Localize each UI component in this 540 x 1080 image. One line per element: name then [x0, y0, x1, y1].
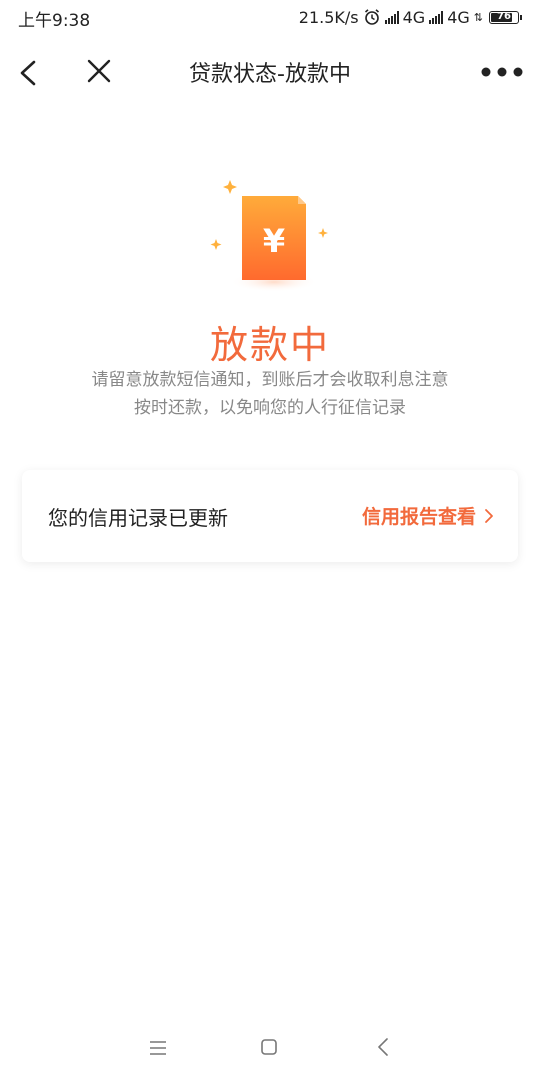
status-time: 上午9:38 [18, 11, 91, 31]
charging-icon: ⇅ [473, 10, 483, 24]
credit-record-text: 您的信用记录已更新 [48, 506, 228, 530]
battery-level: 76 [497, 10, 511, 22]
nav-bar: 贷款状态-放款中 [0, 36, 540, 108]
alarm-icon [364, 9, 379, 25]
description-line: 请留意放款短信通知，到账后才会收取利息注意 [91, 370, 449, 390]
credit-report-label: 信用报告查看 [361, 506, 476, 528]
chevron-right-icon [485, 508, 493, 523]
loan-document-icon: ¥ [210, 180, 328, 292]
description-line: 按时还款，以免响您的人行征信记录 [134, 398, 406, 418]
back-icon[interactable] [14, 56, 44, 90]
credit-report-link[interactable]: 信用报告查看 [362, 502, 494, 529]
battery-icon: 76 [489, 10, 519, 24]
page-title: 贷款状态-放款中 [189, 62, 351, 87]
network-type: 4G [402, 7, 426, 27]
status-bar: 上午9:38 21.5K/s 4G 4G ⇅ 76 [0, 0, 540, 36]
loan-status-title: 放款中 [209, 323, 330, 367]
menu-icon[interactable] [148, 1040, 168, 1056]
status-indicators: 21.5K/s 4G 4G ⇅ 76 [299, 6, 522, 28]
more-icon[interactable] [480, 62, 524, 82]
close-icon[interactable] [84, 56, 114, 86]
battery-cap [520, 14, 522, 20]
back-icon[interactable] [376, 1036, 390, 1058]
network-type: 4G [447, 7, 470, 27]
home-icon[interactable] [260, 1038, 278, 1056]
loan-status-description: 请留意放款短信通知，到账后才会收取利息注意 按时还款，以免响您的人行征信记录 [40, 366, 500, 422]
page: 上午9:38 21.5K/s 4G 4G ⇅ 76 贷款状态-放款中 ¥ 放款中… [0, 0, 540, 1080]
net-speed: 21.5K/s [298, 7, 359, 27]
signal-icon [384, 10, 399, 24]
credit-record-card[interactable]: 您的信用记录已更新 信用报告查看 [22, 470, 518, 562]
yen-symbol: ¥ [263, 222, 285, 260]
signal-icon [429, 10, 444, 24]
system-nav-bar [0, 1014, 540, 1080]
